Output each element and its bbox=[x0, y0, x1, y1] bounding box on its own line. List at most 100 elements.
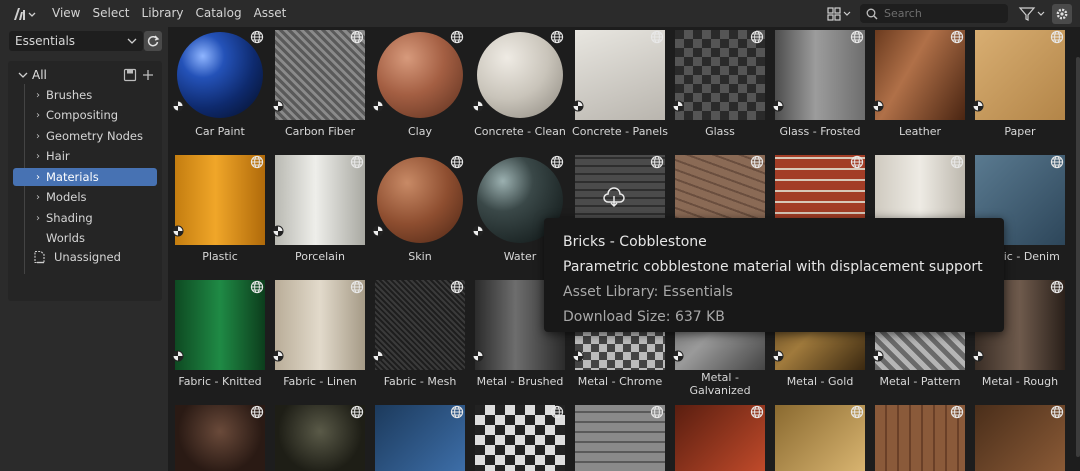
online-asset-icon bbox=[350, 405, 364, 419]
asset-tile[interactable] bbox=[168, 402, 268, 471]
asset-label: Metal - Brushed bbox=[476, 375, 564, 388]
material-type-icon bbox=[172, 100, 184, 112]
asset-tile[interactable]: Clay bbox=[368, 27, 468, 149]
unassigned-icon bbox=[34, 250, 45, 264]
filter-icon bbox=[1018, 6, 1045, 21]
online-asset-icon bbox=[350, 155, 364, 169]
asset-tile[interactable]: Fabric - Knitted bbox=[168, 277, 268, 399]
asset-tile[interactable] bbox=[468, 402, 568, 471]
material-type-icon bbox=[572, 350, 584, 362]
online-asset-icon bbox=[550, 405, 564, 419]
filter-button[interactable] bbox=[1018, 4, 1046, 24]
material-type-icon bbox=[172, 350, 184, 362]
chevron-right-icon: › bbox=[36, 171, 40, 183]
catalog-item-materials[interactable]: › Materials bbox=[13, 168, 157, 186]
asset-tile[interactable] bbox=[268, 402, 368, 471]
menu-select[interactable]: Select bbox=[86, 0, 135, 27]
catalog-item-compositing[interactable]: › Compositing bbox=[34, 106, 158, 124]
asset-tooltip: Bricks - Cobblestone Parametric cobblest… bbox=[544, 218, 1004, 332]
online-asset-icon bbox=[350, 30, 364, 44]
menu-asset[interactable]: Asset bbox=[248, 0, 293, 27]
display-mode-button[interactable] bbox=[826, 4, 852, 24]
catalog-item-hair[interactable]: › Hair bbox=[34, 147, 158, 165]
online-asset-icon bbox=[650, 405, 664, 419]
asset-tile[interactable]: Leather bbox=[868, 27, 968, 149]
material-type-icon bbox=[372, 225, 384, 237]
asset-tile[interactable]: Glass - Frosted bbox=[768, 27, 868, 149]
asset-label: Leather bbox=[898, 125, 942, 138]
online-asset-icon bbox=[750, 155, 764, 169]
online-asset-icon bbox=[450, 280, 464, 294]
asset-label: Concrete - Panels bbox=[572, 125, 668, 138]
library-selector[interactable]: Essentials bbox=[9, 31, 143, 51]
chevron-down-icon bbox=[127, 38, 137, 44]
menu-view[interactable]: View bbox=[46, 0, 86, 27]
refresh-icon bbox=[147, 35, 160, 47]
asset-tile[interactable] bbox=[868, 402, 968, 471]
online-asset-icon bbox=[650, 155, 664, 169]
chevron-right-icon: › bbox=[36, 130, 40, 142]
online-asset-icon bbox=[850, 155, 864, 169]
asset-tile[interactable]: Car Paint bbox=[168, 27, 268, 149]
chevron-right-icon: › bbox=[36, 150, 40, 162]
online-asset-icon bbox=[450, 30, 464, 44]
catalog-item-unassigned[interactable]: Unassigned bbox=[32, 250, 121, 264]
asset-tile[interactable]: Glass bbox=[668, 27, 768, 149]
asset-label: Fabric - Linen bbox=[283, 375, 357, 388]
catalog-item-worlds[interactable]: Worlds bbox=[34, 229, 158, 247]
catalog-item-shading[interactable]: › Shading bbox=[34, 209, 158, 227]
tooltip-download-size: Download Size: 637 KB bbox=[563, 309, 725, 325]
grid-view-icon bbox=[827, 6, 851, 21]
asset-tile[interactable]: Carbon Fiber bbox=[268, 27, 368, 149]
add-icon[interactable] bbox=[142, 69, 154, 81]
asset-tile[interactable] bbox=[668, 402, 768, 471]
tooltip-title: Bricks - Cobblestone bbox=[563, 234, 707, 250]
asset-tile[interactable] bbox=[968, 402, 1068, 471]
refresh-library-button[interactable] bbox=[144, 31, 162, 51]
online-asset-icon bbox=[950, 155, 964, 169]
asset-tile[interactable] bbox=[368, 402, 468, 471]
online-asset-icon bbox=[850, 30, 864, 44]
asset-tile[interactable]: Paper bbox=[968, 27, 1068, 149]
scrollbar[interactable] bbox=[1076, 57, 1080, 457]
catalog-root[interactable]: All bbox=[18, 68, 158, 82]
search-field[interactable] bbox=[860, 4, 1008, 23]
asset-tile[interactable]: Plastic bbox=[168, 152, 268, 274]
menu-library[interactable]: Library bbox=[136, 0, 190, 27]
asset-label: Metal - Gold bbox=[786, 375, 854, 388]
search-input[interactable] bbox=[884, 7, 994, 20]
material-type-icon bbox=[472, 100, 484, 112]
asset-preview bbox=[377, 157, 463, 243]
material-type-icon bbox=[372, 350, 384, 362]
menu-catalog[interactable]: Catalog bbox=[189, 0, 247, 27]
settings-button[interactable] bbox=[1052, 3, 1072, 24]
header-bar: View Select Library Catalog Asset bbox=[0, 0, 1080, 27]
material-type-icon bbox=[772, 350, 784, 362]
material-type-icon bbox=[272, 350, 284, 362]
material-type-icon bbox=[472, 350, 484, 362]
editor-type-button[interactable] bbox=[10, 4, 38, 24]
asset-tile[interactable]: Concrete - Panels bbox=[568, 27, 668, 149]
catalog-item-brushes[interactable]: › Brushes bbox=[34, 86, 158, 104]
asset-tile[interactable]: Fabric - Mesh bbox=[368, 277, 468, 399]
asset-preview bbox=[377, 32, 463, 118]
catalog-item-models[interactable]: › Models bbox=[34, 188, 158, 206]
asset-tile[interactable] bbox=[768, 402, 868, 471]
online-asset-icon bbox=[950, 30, 964, 44]
save-icon[interactable] bbox=[123, 68, 137, 82]
search-icon bbox=[866, 8, 878, 19]
asset-tile[interactable]: Skin bbox=[368, 152, 468, 274]
asset-tile[interactable]: Porcelain bbox=[268, 152, 368, 274]
chevron-right-icon: › bbox=[36, 109, 40, 121]
asset-tile[interactable] bbox=[568, 402, 668, 471]
chevron-down-icon[interactable] bbox=[18, 71, 28, 79]
asset-label: Car Paint bbox=[195, 125, 245, 138]
asset-tile[interactable]: Fabric - Linen bbox=[268, 277, 368, 399]
material-type-icon bbox=[772, 100, 784, 112]
asset-tile[interactable]: Concrete - Clean bbox=[468, 27, 568, 149]
material-type-icon bbox=[272, 100, 284, 112]
chevron-right-icon: › bbox=[36, 212, 40, 224]
material-type-icon bbox=[472, 225, 484, 237]
online-asset-icon bbox=[1050, 155, 1064, 169]
catalog-item-geometry-nodes[interactable]: › Geometry Nodes bbox=[34, 127, 158, 145]
